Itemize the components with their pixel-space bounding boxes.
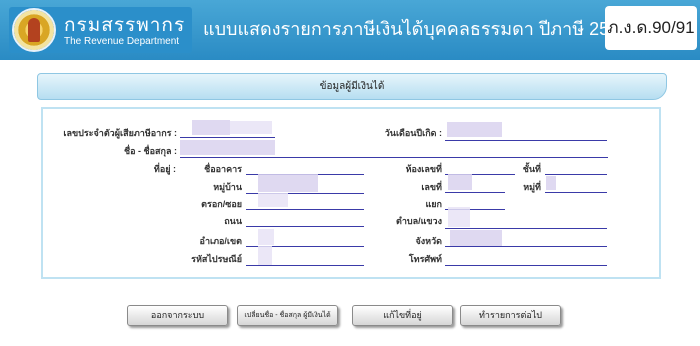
department-seal-icon bbox=[12, 8, 56, 52]
village-value bbox=[258, 174, 318, 192]
section-title-bar: ข้อมูลผู้มีเงินได้ bbox=[37, 73, 667, 100]
department-name-english: The Revenue Department bbox=[64, 36, 180, 47]
change-name-button[interactable]: เปลี่ยนชื่อ - ชื่อสกุล ผู้มีเงินได้ bbox=[237, 305, 338, 326]
province-label: จังหวัด bbox=[415, 236, 443, 246]
full-name-value bbox=[180, 140, 275, 155]
subdistrict-value bbox=[448, 207, 470, 227]
logout-button[interactable]: ออกจากระบบ bbox=[127, 305, 228, 326]
birth-date-label: วันเดือนปีเกิด : bbox=[384, 128, 442, 138]
revenue-department-logo: กรมสรรพากร The Revenue Department bbox=[9, 7, 192, 53]
birth-date-value bbox=[447, 122, 502, 137]
postal-code-value bbox=[258, 246, 272, 266]
house-no-value bbox=[448, 174, 472, 190]
road-label: ถนน bbox=[224, 216, 242, 226]
tax-form-page: กรมสรรพากร The Revenue Department แบบแสด… bbox=[0, 0, 700, 346]
province-value bbox=[450, 230, 502, 246]
district-label: อำเภอ/เขต bbox=[199, 236, 242, 246]
form-code-badge: ภ.ง.ด.90/91 bbox=[605, 6, 697, 50]
phone-label: โทรศัพท์ bbox=[408, 254, 442, 264]
full-name-label: ชื่อ - ชื่อสกุล : bbox=[124, 146, 177, 156]
house-no-label: เลขที่ bbox=[421, 182, 442, 192]
section-title: ข้อมูลผู้มีเงินได้ bbox=[319, 81, 385, 92]
subdistrict-label: ตำบล/แขวง bbox=[395, 216, 442, 226]
moo-value bbox=[546, 176, 556, 190]
floor-label: ชั้นที่ bbox=[522, 164, 541, 174]
address-label: ที่อยู่ : bbox=[153, 164, 176, 174]
continue-button[interactable]: ทำรายการต่อไป bbox=[460, 305, 561, 326]
edit-address-button[interactable]: แก้ไขที่อยู่ bbox=[352, 305, 453, 326]
intersection-label: แยก bbox=[425, 199, 442, 209]
tax-id-label: เลขประจำตัวผู้เสียภาษีอากร : bbox=[63, 128, 177, 138]
form-title: แบบแสดงรายการภาษีเงินได้บุคคลธรรมดา ปีภา… bbox=[203, 19, 630, 39]
building-label: ชื่ออาคาร bbox=[204, 164, 242, 174]
district-value bbox=[258, 229, 274, 245]
tax-id-value bbox=[192, 120, 230, 135]
village-label: หมู่บ้าน bbox=[213, 182, 242, 192]
postal-code-label: รหัสไปรษณีย์ bbox=[191, 254, 242, 264]
room-no-label: ห้องเลขที่ bbox=[405, 164, 442, 174]
moo-label: หมู่ที่ bbox=[523, 182, 541, 192]
soi-label: ตรอก/ซอย bbox=[201, 199, 242, 209]
header-banner: กรมสรรพากร The Revenue Department แบบแสด… bbox=[0, 0, 700, 60]
